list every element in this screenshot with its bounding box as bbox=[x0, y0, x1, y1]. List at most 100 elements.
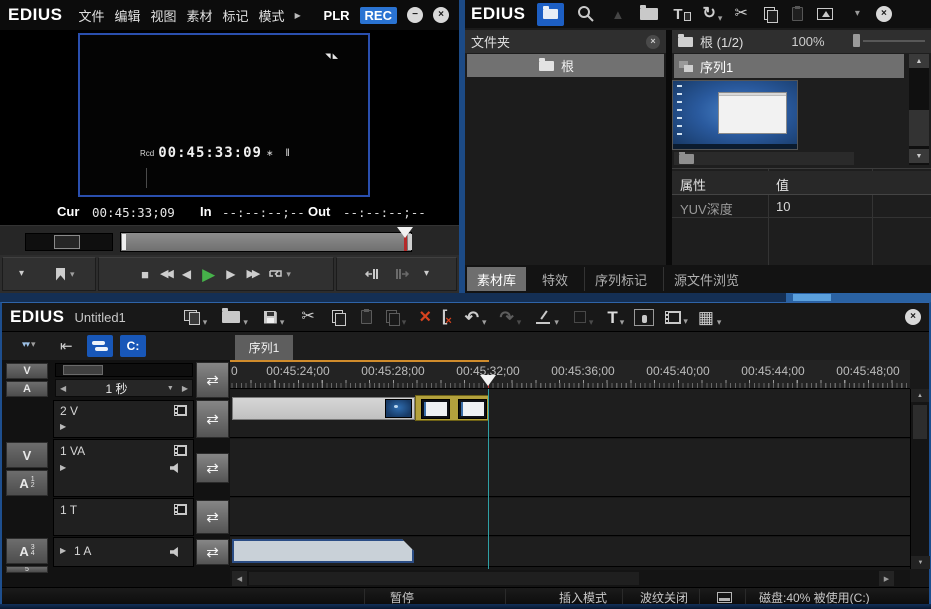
tab-bin[interactable]: 素材库 bbox=[467, 267, 526, 291]
open-folder-icon[interactable] bbox=[640, 8, 658, 20]
bin-view-button[interactable] bbox=[537, 3, 564, 26]
save-project-icon[interactable] bbox=[264, 311, 277, 324]
redo-icon[interactable]: ↷ bbox=[500, 309, 514, 326]
tab-source-browser[interactable]: 源文件浏览 bbox=[663, 267, 749, 291]
menu-marker[interactable]: 标记 bbox=[223, 6, 249, 25]
swap-1t-icon[interactable]: ⇄ bbox=[196, 500, 229, 534]
convert-icon[interactable]: ↻ ▾ bbox=[703, 6, 723, 23]
position-bar[interactable] bbox=[120, 232, 412, 252]
menu-clip[interactable]: 素材 bbox=[187, 6, 213, 25]
ripple-delete-icon[interactable]: [ × bbox=[442, 308, 452, 327]
rewind-button[interactable]: ◀◀ bbox=[160, 269, 171, 280]
track-1a-a-button[interactable]: A 34 bbox=[6, 538, 48, 564]
add-title-icon[interactable]: T bbox=[673, 6, 690, 23]
track-collapse-icon[interactable]: ▾▾ ▾ bbox=[22, 339, 36, 350]
track-1va-expand-icon[interactable]: ▶ bbox=[60, 463, 66, 472]
up-folder-icon[interactable]: ▲ bbox=[611, 7, 624, 22]
export-icon[interactable] bbox=[817, 8, 833, 20]
audio-mute-button[interactable]: A bbox=[6, 381, 48, 397]
timescale-right-icon[interactable]: ▶ bbox=[182, 384, 188, 393]
menu-edit[interactable]: 编辑 bbox=[114, 6, 140, 25]
mode-icon[interactable] bbox=[574, 311, 586, 323]
position-playhead-icon[interactable] bbox=[397, 227, 413, 238]
folder-panel-close-icon[interactable]: × bbox=[646, 35, 660, 49]
timeline-ruler[interactable]: 0 00:45:24;00 00:45:28;00 00:45:32;00 00… bbox=[230, 360, 910, 389]
ffwd-button[interactable]: ▶▶ bbox=[246, 269, 257, 280]
copy-icon[interactable] bbox=[764, 7, 777, 22]
title-tool-icon[interactable]: T bbox=[607, 309, 617, 326]
timeline-vscrollbar[interactable]: ▲ ▼ bbox=[910, 389, 929, 569]
open-project-dropdown-icon[interactable]: ▾ bbox=[243, 318, 248, 327]
bin-scroll-down-icon[interactable]: ▼ bbox=[909, 149, 929, 163]
next-frame-button[interactable]: ▶ bbox=[226, 268, 235, 280]
title-dropdown-icon[interactable]: ▾ bbox=[620, 318, 625, 327]
playhead-line[interactable] bbox=[488, 389, 489, 569]
thumb-size-slider[interactable] bbox=[853, 34, 860, 47]
swap-control-icon[interactable]: ⇄ bbox=[196, 362, 229, 398]
insert-mode-icon[interactable]: ⇤ bbox=[60, 337, 73, 355]
clip-video-gray[interactable] bbox=[232, 397, 415, 420]
menu-file[interactable]: 文件 bbox=[78, 6, 104, 25]
redo-dropdown-icon[interactable]: ▾ bbox=[517, 318, 522, 327]
track-header-1va[interactable]: 1 VA ▶ bbox=[53, 439, 194, 497]
plr-button[interactable]: PLR bbox=[324, 8, 350, 23]
paste-icon[interactable] bbox=[792, 7, 803, 21]
play-button[interactable]: ▶ bbox=[202, 266, 215, 283]
hscroll-left-icon[interactable]: ◀ bbox=[232, 571, 247, 586]
track-1t-video-icon[interactable] bbox=[174, 504, 187, 515]
add-to-timeline-icon[interactable]: ▾ bbox=[665, 309, 688, 326]
track-2v-expand-icon[interactable]: ▶ bbox=[60, 422, 66, 431]
loop-button[interactable]: ▾ bbox=[268, 268, 291, 280]
menu-mode[interactable]: 模式 bbox=[259, 6, 285, 25]
set-in-button[interactable] bbox=[364, 267, 380, 281]
grid-dropdown-icon[interactable]: ▾ bbox=[717, 318, 722, 327]
bin-item-partial[interactable] bbox=[674, 152, 854, 165]
close-timeline-button[interactable]: × bbox=[905, 309, 921, 325]
save-dropdown-icon[interactable]: ▾ bbox=[280, 318, 285, 327]
undo-icon[interactable]: ↶ bbox=[465, 309, 479, 326]
track-1va-speaker-icon[interactable] bbox=[170, 463, 181, 473]
bin-scroll-up-icon[interactable]: ▲ bbox=[909, 54, 929, 68]
open-project-icon[interactable] bbox=[222, 311, 240, 323]
sequence-thumbnail[interactable] bbox=[672, 80, 798, 150]
clip-video-selected[interactable] bbox=[415, 395, 489, 421]
shuttle-slider[interactable] bbox=[25, 233, 113, 251]
cut-icon[interactable]: ✂ bbox=[734, 6, 747, 22]
prev-frame-button[interactable]: ◀ bbox=[182, 268, 191, 280]
voiceover-icon[interactable] bbox=[634, 309, 654, 326]
set-out-button[interactable] bbox=[394, 267, 410, 281]
swap-1va-icon[interactable]: ⇄ bbox=[196, 453, 229, 483]
track-header-1t[interactable]: 1 T bbox=[53, 498, 194, 536]
video-mute-button[interactable]: V bbox=[6, 363, 48, 379]
track-header-1a[interactable]: ▶ 1 A bbox=[53, 537, 194, 567]
playhead-triangle-icon[interactable] bbox=[480, 375, 496, 386]
video-preview-frame[interactable]: ◥◣ Rcd 00:45:33:09 ∗ ‖ bbox=[78, 33, 370, 197]
close-player-button[interactable]: × bbox=[433, 7, 449, 23]
loop-dropdown-icon[interactable]: ▾ bbox=[286, 270, 291, 279]
add-cut-point-icon[interactable] bbox=[536, 310, 551, 324]
minimize-button[interactable]: − bbox=[407, 7, 423, 23]
status-monitor-icon[interactable] bbox=[717, 592, 732, 603]
sequence-tab[interactable]: 序列1 bbox=[235, 335, 293, 360]
timescale-control[interactable]: ◀ 1 秒 ▼ ▶ bbox=[55, 379, 193, 397]
marker-flag-dropdown-icon[interactable]: ▾ bbox=[70, 270, 75, 279]
tab-effects[interactable]: 特效 bbox=[532, 267, 578, 291]
menu-view[interactable]: 视图 bbox=[151, 6, 177, 25]
marker-dropdown-icon[interactable]: ▾ bbox=[19, 269, 24, 279]
track-1va-v-button[interactable]: V bbox=[6, 442, 48, 468]
paste-clip-icon[interactable] bbox=[361, 310, 372, 324]
mini-scroll-thumb[interactable] bbox=[63, 365, 103, 375]
timeline-hscrollbar[interactable]: ◀ ▶ bbox=[230, 570, 910, 587]
mode-dropdown-icon[interactable]: ▾ bbox=[589, 318, 594, 327]
paste-special-dropdown-icon[interactable]: ▾ bbox=[402, 318, 407, 327]
timescale-dropdown-icon[interactable]: ▼ bbox=[167, 385, 174, 392]
bin-toolbar-dropdown-icon[interactable]: ▾ bbox=[855, 9, 860, 19]
vscroll-down-icon[interactable]: ▼ bbox=[911, 556, 930, 569]
close-bin-button[interactable]: × bbox=[876, 6, 892, 22]
track-lane-1va[interactable] bbox=[230, 439, 910, 497]
bin-scrollbar[interactable]: ▲ ▼ bbox=[909, 54, 929, 165]
drive-button[interactable]: C: bbox=[120, 335, 146, 357]
folder-root-item[interactable]: 根 bbox=[467, 54, 664, 77]
thumb-size-track[interactable] bbox=[863, 40, 925, 42]
marker-flag-icon[interactable] bbox=[56, 268, 65, 281]
